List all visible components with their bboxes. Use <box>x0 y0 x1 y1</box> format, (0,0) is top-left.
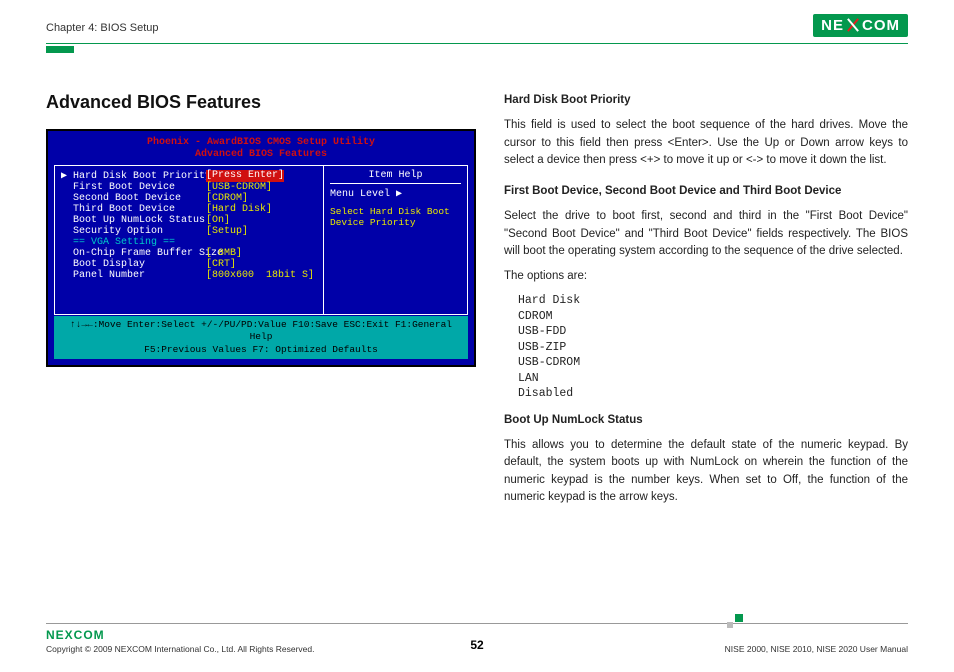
section-1-body: This field is used to select the boot se… <box>504 117 908 169</box>
bios-row: First Boot Device[USB-CDROM] <box>61 182 317 193</box>
accent-bar <box>46 46 74 53</box>
option-item: USB-FDD <box>518 324 908 340</box>
bios-title-2: Advanced BIOS Features <box>48 149 474 161</box>
options-intro: The options are: <box>504 268 908 285</box>
logo-x-icon <box>846 18 860 32</box>
bios-footer-line1: ↑↓→←:Move Enter:Select +/-/PU/PD:Value F… <box>56 319 466 344</box>
option-item: USB-CDROM <box>518 355 908 371</box>
bios-row: Boot Display[CRT] <box>61 259 317 270</box>
option-item: USB-ZIP <box>518 340 908 356</box>
bios-menu-level: Menu Level ▶ <box>330 188 461 200</box>
option-item: LAN <box>518 371 908 387</box>
bios-help-title: Item Help <box>330 170 461 184</box>
bios-row: == VGA Setting == <box>61 237 317 248</box>
bios-row: On-Chip Frame Buffer Size[ 8MB] <box>61 248 317 259</box>
logo-top: NE COM <box>813 13 908 37</box>
footer-logo: NEXCOM <box>46 628 314 642</box>
section-2-head: First Boot Device, Second Boot Device an… <box>504 183 908 200</box>
option-item: Hard Disk <box>518 293 908 309</box>
bios-row: Boot Up NumLock Status[On] <box>61 215 317 226</box>
logo-text-1: NE <box>821 17 844 34</box>
footer-corner-icon <box>725 632 743 644</box>
manual-name: NISE 2000, NISE 2010, NISE 2020 User Man… <box>725 644 908 654</box>
section-1-head: Hard Disk Boot Priority <box>504 92 908 109</box>
bios-row: ▶ Hard Disk Boot Priority[Press Enter] <box>61 170 317 182</box>
logo-text-2: COM <box>862 17 900 34</box>
bios-help-pane: Item Help Menu Level ▶ Select Hard Disk … <box>323 165 468 315</box>
options-list: Hard DiskCDROMUSB-FDDUSB-ZIPUSB-CDROMLAN… <box>518 293 908 402</box>
copyright: Copyright © 2009 NEXCOM International Co… <box>46 644 314 654</box>
bios-left-pane: ▶ Hard Disk Boot Priority[Press Enter] F… <box>54 165 323 315</box>
bios-row: Third Boot Device[Hard Disk] <box>61 204 317 215</box>
bios-row: Panel Number[800x600 18bit S] <box>61 270 317 281</box>
bios-row: Security Option[Setup] <box>61 226 317 237</box>
bios-row: Second Boot Device[CDROM] <box>61 193 317 204</box>
section-3-head: Boot Up NumLock Status <box>504 412 908 429</box>
option-item: CDROM <box>518 309 908 325</box>
bios-screenshot: Phoenix - AwardBIOS CMOS Setup Utility A… <box>46 129 476 367</box>
bios-title-1: Phoenix - AwardBIOS CMOS Setup Utility <box>48 137 474 149</box>
bios-footer-line2: F5:Previous Values F7: Optimized Default… <box>56 344 466 356</box>
option-item: Disabled <box>518 386 908 402</box>
section-2-body: Select the drive to boot first, second a… <box>504 208 908 260</box>
bios-help-text: Select Hard Disk Boot Device Priority <box>330 206 461 228</box>
page-title: Advanced BIOS Features <box>46 92 476 113</box>
page-number: 52 <box>470 638 483 652</box>
page-footer: NEXCOM Copyright © 2009 NEXCOM Internati… <box>46 623 908 654</box>
bios-footer: ↑↓→←:Move Enter:Select +/-/PU/PD:Value F… <box>54 316 468 359</box>
chapter-title: Chapter 4: BIOS Setup <box>46 22 159 34</box>
section-3-body: This allows you to determine the default… <box>504 437 908 506</box>
logo-box: NE COM <box>813 14 908 37</box>
